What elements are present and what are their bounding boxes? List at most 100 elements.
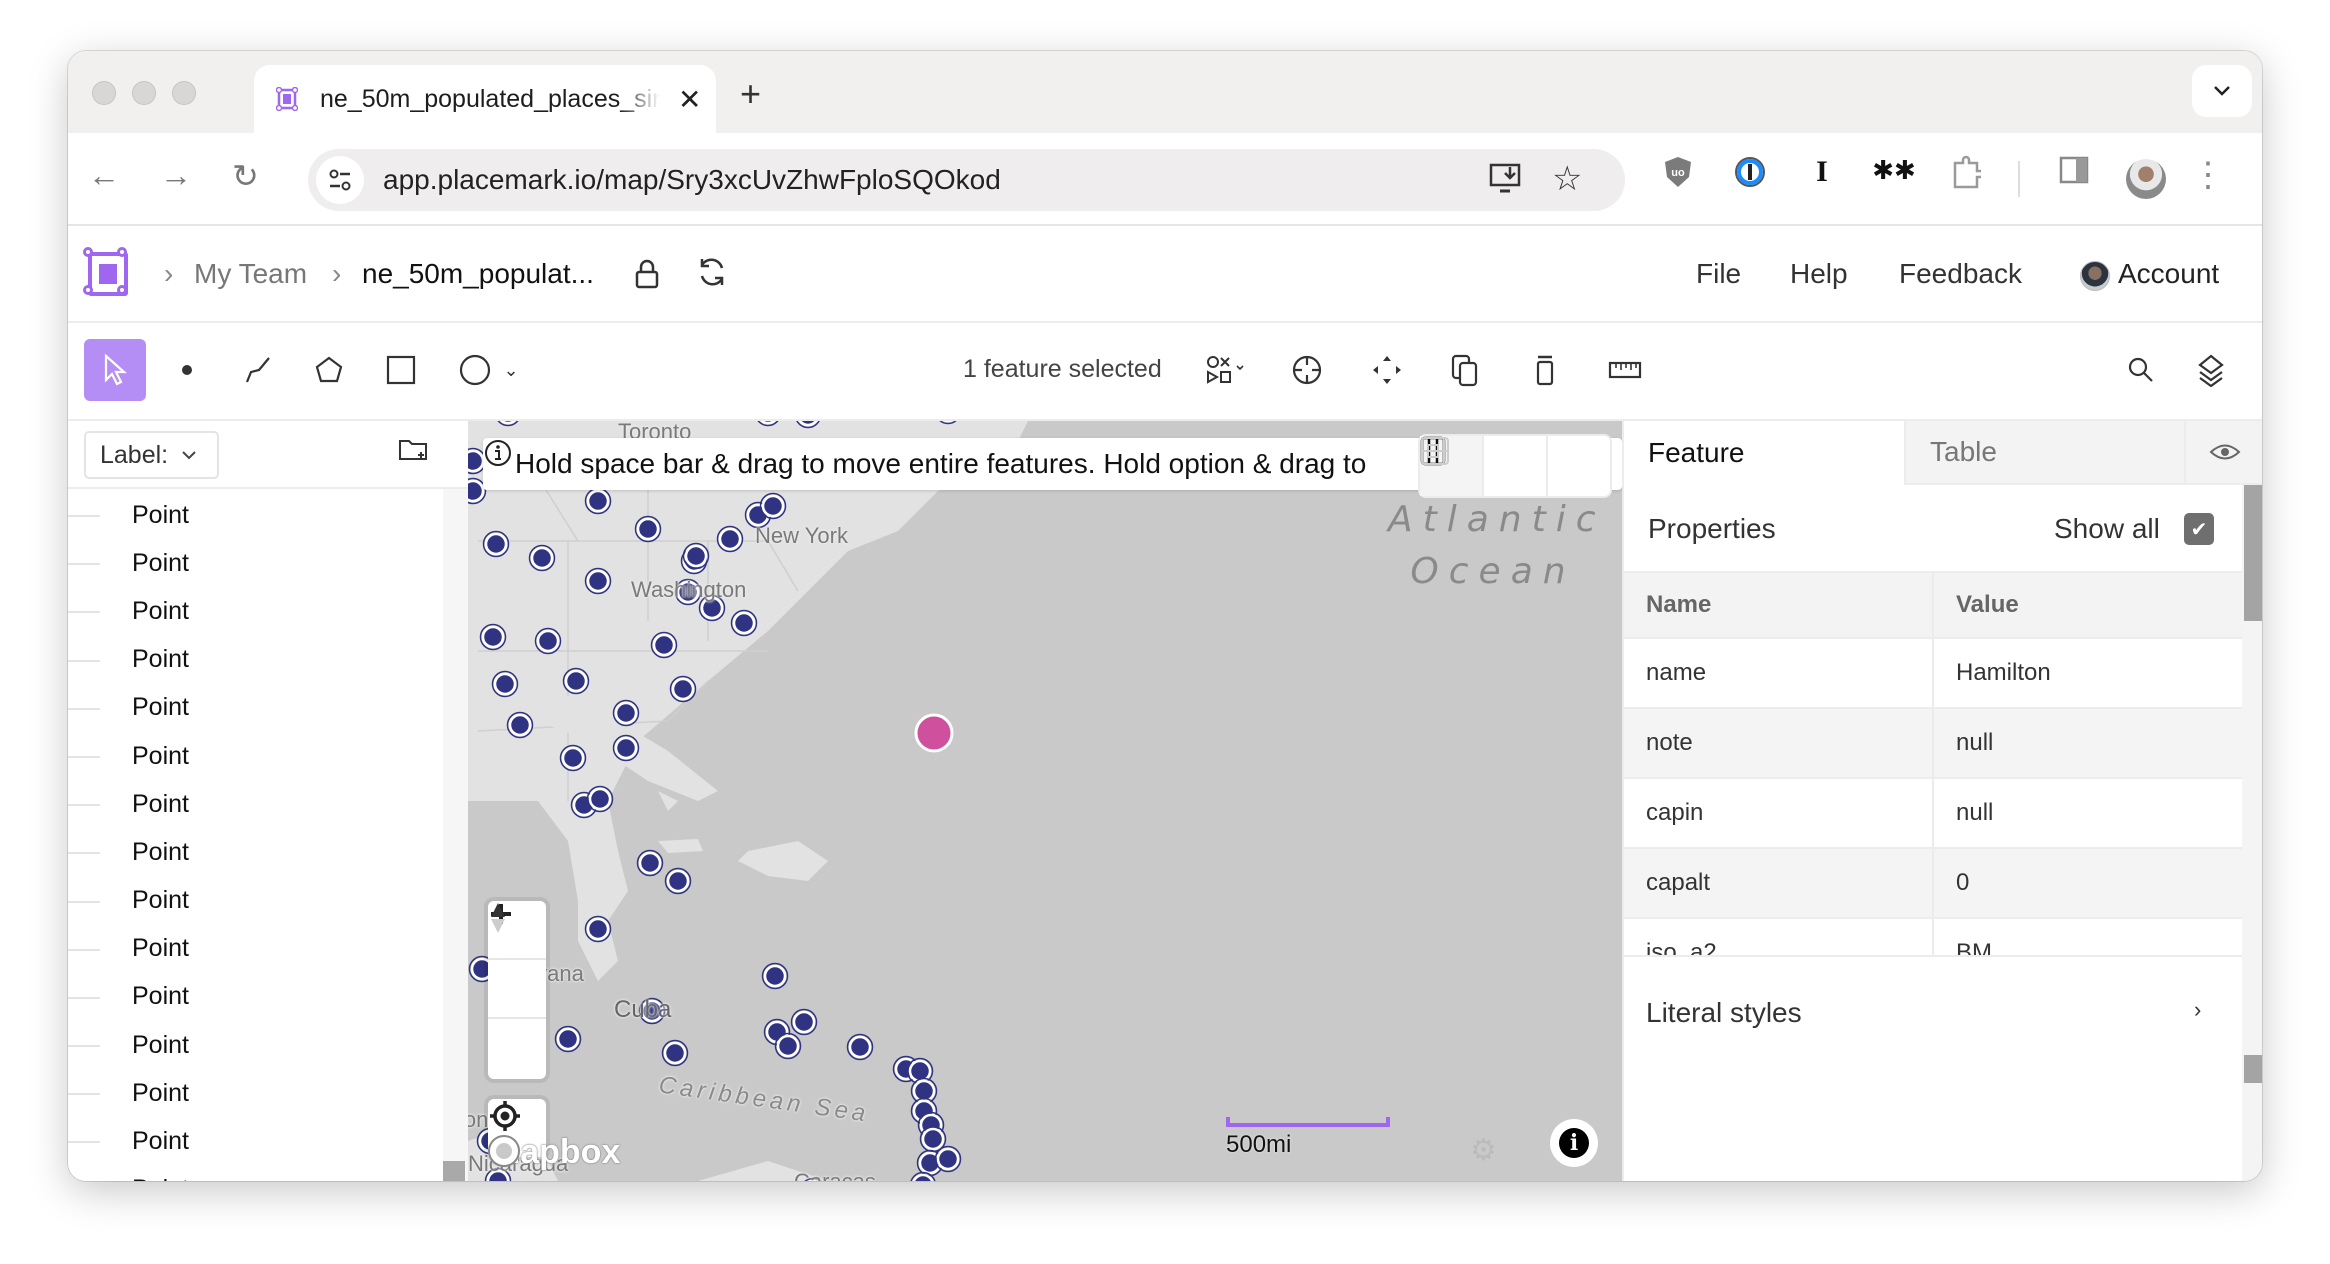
back-arrow-icon[interactable]: ← bbox=[88, 157, 120, 194]
panel-scrollbar[interactable] bbox=[2242, 485, 2262, 1181]
map-point[interactable] bbox=[776, 1034, 800, 1058]
selection-operations-button[interactable] bbox=[1194, 339, 1256, 401]
map-info-button[interactable]: i bbox=[1550, 1119, 1598, 1167]
site-settings-icon[interactable] bbox=[316, 156, 364, 204]
breadcrumb-map-name[interactable]: ne_50m_populat... bbox=[362, 258, 594, 290]
account-avatar[interactable] bbox=[2080, 261, 2110, 291]
delete-button[interactable] bbox=[1514, 339, 1576, 401]
layout-floating-button[interactable] bbox=[1421, 436, 1548, 496]
new-tab-button[interactable]: + bbox=[740, 73, 761, 115]
map-point[interactable] bbox=[614, 736, 638, 760]
property-value[interactable]: 0 bbox=[1934, 849, 2242, 917]
feature-list-item[interactable]: Point bbox=[68, 780, 448, 828]
map-point[interactable] bbox=[663, 1041, 687, 1065]
point-tool-button[interactable] bbox=[156, 339, 218, 401]
literal-styles-section[interactable]: Literal styles › bbox=[1624, 955, 2242, 1181]
feature-list-item[interactable]: Point bbox=[68, 1166, 448, 1181]
feature-list-item[interactable]: Point bbox=[68, 1021, 448, 1069]
map-point[interactable] bbox=[564, 669, 588, 693]
search-button[interactable] bbox=[2110, 339, 2172, 401]
url-text[interactable]: app.placemark.io/map/Sry3xcUvZhwFploSQOk… bbox=[383, 164, 1001, 196]
map-point[interactable] bbox=[763, 964, 787, 988]
tab-search-button[interactable] bbox=[2192, 65, 2252, 117]
instapaper-icon[interactable]: I bbox=[1800, 155, 1844, 189]
feature-list-item[interactable]: Point bbox=[68, 587, 448, 635]
layout-rows-button[interactable] bbox=[1421, 436, 1610, 496]
feature-list-item[interactable]: Point bbox=[68, 1069, 448, 1117]
side-panel-icon[interactable] bbox=[2052, 155, 2096, 193]
shape-menu-chevron[interactable]: ⌄ bbox=[496, 339, 526, 401]
map-point[interactable] bbox=[684, 544, 708, 568]
map-point[interactable] bbox=[732, 611, 756, 635]
breadcrumb-team[interactable]: My Team bbox=[194, 258, 307, 290]
layers-button[interactable] bbox=[2180, 339, 2242, 401]
label-dropdown[interactable]: Label: bbox=[84, 431, 219, 479]
sidebar-scrollbar[interactable] bbox=[443, 489, 468, 1181]
map-settings-gear-icon[interactable]: ⚙ bbox=[1470, 1133, 1497, 1168]
map-point[interactable] bbox=[652, 633, 676, 657]
map-point[interactable] bbox=[908, 1059, 932, 1083]
rectangle-tool-button[interactable] bbox=[370, 339, 432, 401]
map-point[interactable] bbox=[636, 517, 660, 541]
property-value[interactable]: null bbox=[1934, 779, 2242, 847]
map-point[interactable] bbox=[638, 851, 662, 875]
map-point[interactable] bbox=[508, 713, 532, 737]
tab-feature[interactable]: Feature bbox=[1624, 421, 1904, 485]
line-tool-button[interactable] bbox=[228, 339, 290, 401]
bookmark-star-icon[interactable]: ☆ bbox=[1552, 159, 1582, 199]
map-point[interactable] bbox=[536, 629, 560, 653]
crosshair-button[interactable] bbox=[1276, 339, 1338, 401]
placemark-logo-icon[interactable] bbox=[83, 247, 128, 296]
map-point[interactable] bbox=[556, 1027, 580, 1051]
column-header-value[interactable]: Value bbox=[1934, 573, 2242, 637]
account-menu[interactable]: Account bbox=[2118, 258, 2219, 290]
map-point[interactable] bbox=[921, 1127, 945, 1151]
map-point[interactable] bbox=[561, 746, 585, 770]
browser-menu-icon[interactable]: ⋮ bbox=[2186, 155, 2230, 195]
map-point[interactable] bbox=[586, 569, 610, 593]
file-menu[interactable]: File bbox=[1696, 258, 1741, 290]
close-tab-icon[interactable]: ✕ bbox=[678, 83, 701, 116]
property-value[interactable]: null bbox=[1934, 709, 2242, 777]
feature-list-item[interactable]: Point bbox=[68, 1117, 448, 1165]
map-point[interactable] bbox=[530, 546, 554, 570]
selected-feature-point[interactable] bbox=[914, 713, 954, 753]
feature-list-item[interactable]: Point bbox=[68, 491, 448, 539]
reload-icon[interactable]: ↻ bbox=[232, 157, 259, 195]
forward-arrow-icon[interactable]: → bbox=[160, 157, 192, 194]
ublock-origin-icon[interactable]: uo bbox=[1656, 155, 1700, 197]
column-header-name[interactable]: Name bbox=[1624, 573, 1934, 637]
measure-button[interactable] bbox=[1594, 339, 1656, 401]
help-menu[interactable]: Help bbox=[1790, 258, 1848, 290]
duplicate-button[interactable] bbox=[1434, 339, 1496, 401]
map-point[interactable] bbox=[588, 787, 612, 811]
property-key[interactable]: iso_a2 bbox=[1624, 919, 1934, 957]
feature-list-item[interactable]: Point bbox=[68, 925, 448, 973]
new-folder-icon[interactable] bbox=[398, 437, 428, 461]
panel-scrollbar-thumb-lower[interactable] bbox=[2244, 1055, 2262, 1083]
feature-list-item[interactable]: Point bbox=[68, 636, 448, 684]
sidebar-scrollbar-thumb[interactable] bbox=[443, 1161, 465, 1181]
1password-icon[interactable] bbox=[1728, 155, 1772, 197]
map-point[interactable] bbox=[586, 917, 610, 941]
property-key[interactable]: capin bbox=[1624, 779, 1934, 847]
map-point[interactable] bbox=[468, 449, 485, 473]
feature-list-item[interactable]: Point bbox=[68, 539, 448, 587]
map-point[interactable] bbox=[484, 532, 508, 556]
panel-scrollbar-thumb[interactable] bbox=[2244, 485, 2262, 621]
feature-list-item[interactable]: Point bbox=[68, 973, 448, 1021]
map-point[interactable] bbox=[792, 1010, 816, 1034]
asterisk-extension-icon[interactable]: ✱✱ bbox=[1872, 155, 1916, 186]
minimize-window-button[interactable] bbox=[132, 81, 156, 105]
map-point[interactable] bbox=[918, 1151, 942, 1175]
profile-avatar[interactable] bbox=[2126, 159, 2166, 199]
sync-refresh-icon[interactable] bbox=[694, 254, 730, 295]
property-key[interactable]: note bbox=[1624, 709, 1934, 777]
property-value[interactable]: BM bbox=[1934, 919, 2242, 957]
map-point[interactable] bbox=[718, 527, 742, 551]
map-canvas[interactable]: Toronto New York Washington Havana Cuba … bbox=[468, 421, 1622, 1181]
lock-icon[interactable] bbox=[634, 258, 660, 295]
map-point[interactable] bbox=[671, 677, 695, 701]
property-value[interactable]: Hamilton bbox=[1934, 639, 2242, 707]
property-key[interactable]: name bbox=[1624, 639, 1934, 707]
